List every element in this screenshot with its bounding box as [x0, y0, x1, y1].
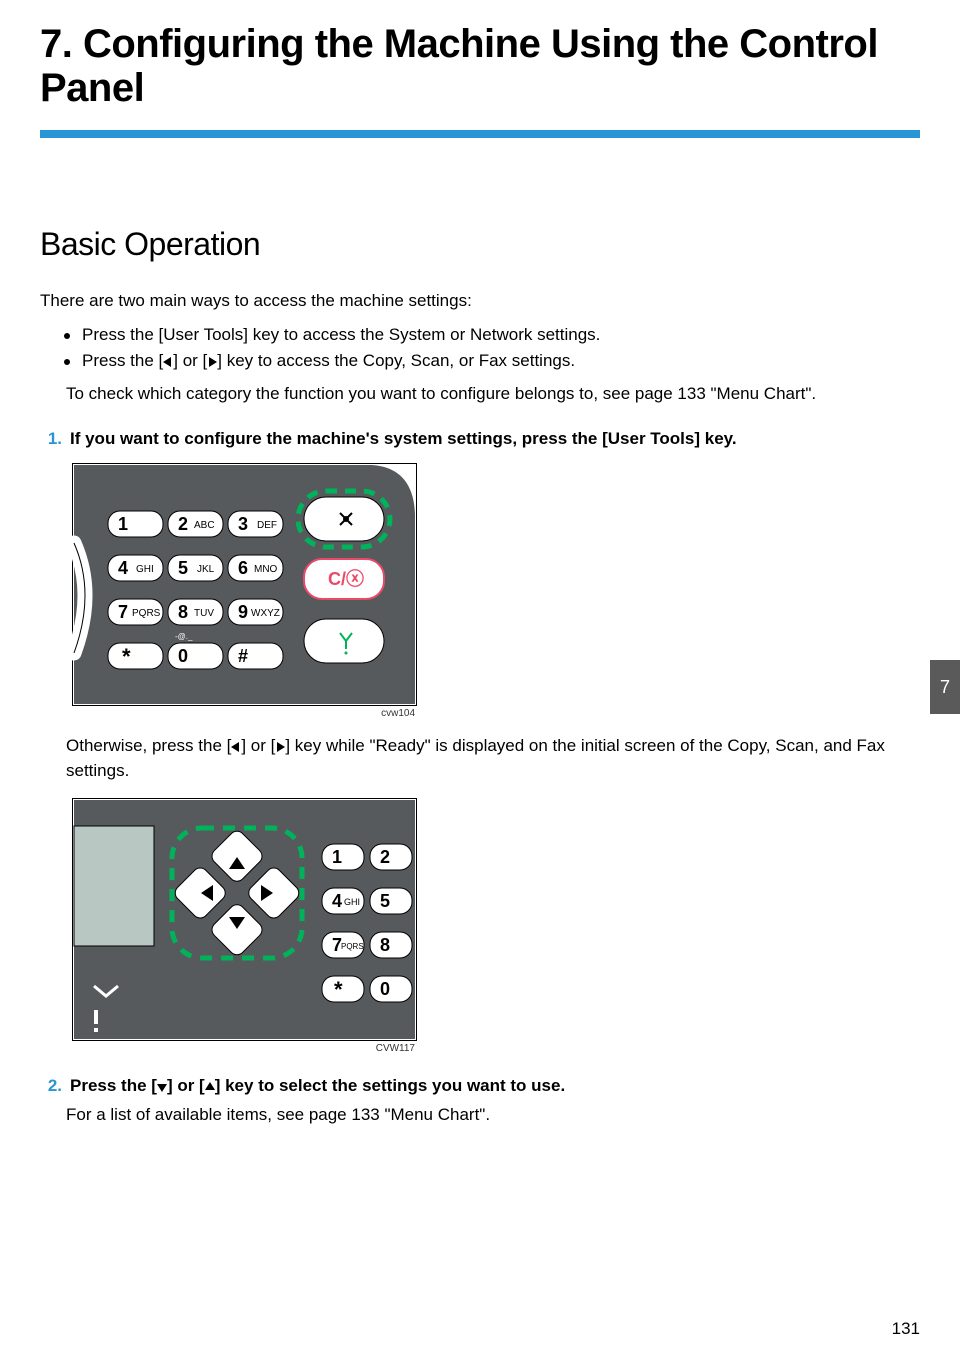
text-fragment: Press the [ — [82, 351, 163, 370]
svg-text:PQRS: PQRS — [132, 608, 161, 619]
text-fragment: ] or [ — [167, 1076, 205, 1095]
svg-text:#: # — [238, 646, 248, 666]
triangle-left-icon — [163, 357, 173, 367]
triangle-down-icon — [157, 1082, 167, 1092]
bullet-item: Press the [User Tools] key to access the… — [64, 325, 920, 345]
bullet-list: Press the [User Tools] key to access the… — [40, 325, 920, 371]
svg-text:*: * — [334, 977, 343, 1002]
svg-text:2: 2 — [380, 847, 390, 867]
step-row: 2. Press the [ ] or [ ] key to select the … — [40, 1076, 920, 1096]
svg-text:PQRS: PQRS — [341, 942, 364, 951]
subnote-text: To check which category the function you… — [66, 381, 920, 407]
step1-after-text: Otherwise, press the [] or [] key while … — [66, 733, 920, 784]
chapter-title: 7. Configuring the Machine Using the Con… — [0, 0, 960, 110]
step-number: 1. — [40, 429, 62, 449]
svg-text:4: 4 — [332, 891, 342, 911]
cancel-key-label: C/ⓧ — [328, 568, 364, 589]
svg-text:7: 7 — [118, 602, 128, 622]
step-number: 2. — [40, 1076, 62, 1096]
svg-text:8: 8 — [380, 935, 390, 955]
chapter-tab: 7 — [930, 660, 960, 714]
svg-text:GHI: GHI — [344, 897, 360, 907]
svg-text:ABC: ABC — [194, 520, 215, 531]
figure-keypad: 1 2 ABC 3 DEF 4 GHI 5 JKL 6 MNO 7 PQRS 8… — [72, 463, 417, 719]
text-fragment: ] key to select the settings you want to… — [215, 1076, 565, 1095]
step-row: 1. If you want to configure the machine'… — [40, 429, 920, 449]
triangle-left-icon — [231, 742, 241, 752]
svg-text:8: 8 — [178, 602, 188, 622]
svg-text:2: 2 — [178, 514, 188, 534]
page-number: 131 — [892, 1319, 920, 1339]
text-fragment: ] key to access the Copy, Scan, or Fax s… — [217, 351, 575, 370]
triangle-right-icon — [207, 357, 217, 367]
svg-text:5: 5 — [380, 891, 390, 911]
bullet-item: Press the [ ] or [ ] key to access the Cop… — [64, 351, 920, 371]
svg-text:TUV: TUV — [194, 608, 214, 619]
bullet-text: Press the [User Tools] key to access the… — [82, 325, 600, 345]
text-fragment: ] or [ — [173, 351, 207, 370]
svg-text:WXYZ: WXYZ — [251, 608, 280, 619]
text-fragment: Otherwise, press the [ — [66, 736, 231, 755]
figure-caption: CVW117 — [72, 1041, 417, 1054]
bullet-dot-icon — [64, 359, 70, 365]
svg-text:MNO: MNO — [254, 564, 278, 575]
svg-text:GHI: GHI — [136, 564, 154, 575]
text-fragment: ] or [ — [241, 736, 275, 755]
svg-text:1: 1 — [332, 847, 342, 867]
svg-text:-@._: -@._ — [175, 632, 193, 641]
svg-text:0: 0 — [178, 646, 188, 666]
section-title: Basic Operation — [40, 226, 920, 263]
figure-arrowpad: 1 2 4 GHI 5 7 PQRS 8 * 0 CVW117 — [72, 798, 417, 1054]
svg-text:9: 9 — [238, 602, 248, 622]
step2-after-text: For a list of available items, see page … — [66, 1102, 920, 1128]
svg-text:5: 5 — [178, 558, 188, 578]
svg-text:4: 4 — [118, 558, 128, 578]
step-text: Press the [ ] or [ ] key to select the set… — [70, 1076, 565, 1096]
svg-text:0: 0 — [380, 979, 390, 999]
svg-text:1: 1 — [118, 514, 128, 534]
intro-text: There are two main ways to access the ma… — [40, 291, 920, 311]
figure-caption: cvw104 — [72, 706, 417, 719]
step-text: If you want to configure the machine's s… — [70, 429, 737, 449]
bullet-dot-icon — [64, 333, 70, 339]
triangle-right-icon — [275, 742, 285, 752]
bullet-text: Press the [ ] or [ ] key to access the Cop… — [82, 351, 575, 371]
alert-icon — [94, 1010, 98, 1032]
svg-text:JKL: JKL — [197, 564, 215, 575]
triangle-up-icon — [205, 1082, 215, 1092]
svg-text:DEF: DEF — [257, 520, 277, 531]
text-fragment: Press the [ — [70, 1076, 157, 1095]
svg-text:*: * — [122, 644, 131, 669]
svg-text:3: 3 — [238, 514, 248, 534]
svg-text:6: 6 — [238, 558, 248, 578]
chapter-rule — [40, 130, 920, 138]
